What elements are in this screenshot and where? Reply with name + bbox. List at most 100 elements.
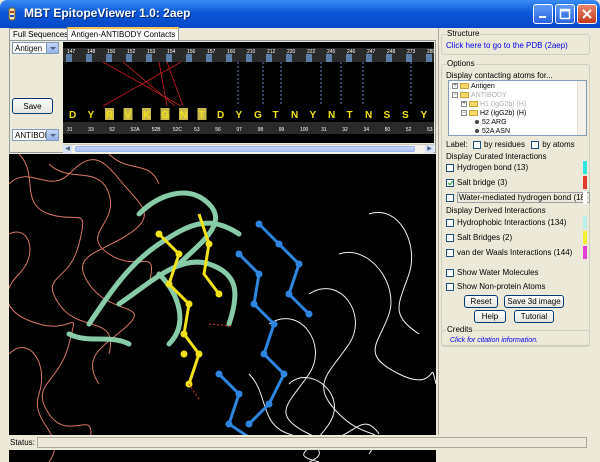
antibody-residue-label[interactable]: G	[162, 110, 170, 121]
antigen-residue-block[interactable]	[66, 54, 72, 62]
tree-node-h2[interactable]: − H2 (IgG2b) (H)	[461, 109, 526, 118]
antigen-residue-block[interactable]	[166, 54, 172, 62]
collapse-icon[interactable]: −	[461, 110, 467, 117]
antibody-residue-label[interactable]: G	[254, 110, 262, 121]
antibody-residue-label[interactable]: N	[328, 110, 335, 121]
tree-node-h1[interactable]: + H1 (IgG2b) (H)	[461, 100, 526, 109]
antigen-residue-block[interactable]	[286, 54, 292, 62]
scroll-left-icon[interactable]: ◀	[63, 145, 72, 153]
antibody-residue-label[interactable]: Y	[88, 110, 95, 121]
antigen-residue-block[interactable]	[126, 54, 132, 62]
derived-salt-bridges-option[interactable]: Salt Bridges (2)	[446, 233, 512, 242]
tab-full-sequences[interactable]: Full Sequences	[9, 28, 73, 40]
pdb-link[interactable]: Click here to go to the PDB (2aep)	[446, 41, 568, 50]
show-nonprotein-checkbox[interactable]	[446, 282, 454, 291]
sequence-horizontal-scrollbar[interactable]: ◀ ▶	[63, 144, 434, 153]
antigen-residue-block[interactable]	[266, 54, 272, 62]
residue-tree[interactable]: + Antigen − ANTIBODY + H1 (IgG2b) (H) − H2 (…	[448, 80, 587, 136]
antigen-residue-block[interactable]	[226, 54, 232, 62]
antigen-residue-block[interactable]	[306, 54, 312, 62]
tutorial-button[interactable]: Tutorial	[514, 310, 554, 323]
antigen-residue-block[interactable]	[86, 54, 92, 62]
chevron-down-icon[interactable]	[46, 43, 58, 53]
hydrogen-bond-option[interactable]: Hydrogen bond (13)	[446, 163, 528, 172]
3d-structure-viewer[interactable]	[9, 154, 436, 462]
hydrophobic-option[interactable]: Hydrophobic Interactions (134)	[446, 218, 566, 227]
tree-vertical-scrollbar[interactable]	[577, 81, 586, 135]
save-button[interactable]: Save	[12, 98, 53, 114]
scroll-right-icon[interactable]: ▶	[425, 145, 434, 153]
minimize-button[interactable]	[533, 4, 553, 24]
antibody-residue-label[interactable]: N	[180, 110, 187, 121]
antibody-residue-label[interactable]: T	[199, 110, 205, 121]
show-nonprotein-option[interactable]: Show Non-protein Atoms	[446, 282, 546, 291]
citation-link[interactable]: Click for citation information.	[450, 337, 538, 344]
antibody-residue-label[interactable]: D	[217, 110, 224, 121]
maximize-button[interactable]	[555, 4, 575, 24]
show-water-option[interactable]: Show Water Molecules	[446, 268, 539, 277]
antigen-residue-block[interactable]	[366, 54, 372, 62]
antibody-residue-label[interactable]: Y	[236, 110, 243, 121]
antibody-residue-label[interactable]: N	[365, 110, 372, 121]
expand-icon[interactable]: +	[452, 83, 458, 90]
hydrophobic-checkbox[interactable]	[446, 218, 454, 227]
antigen-residue-block[interactable]	[346, 54, 352, 62]
antibody-residue-label[interactable]: R	[106, 110, 114, 121]
antigen-residue-block[interactable]	[386, 54, 392, 62]
tab-antigen-antibody-contacts[interactable]: Antigen-ANTIBODY Contacts	[67, 27, 180, 40]
label-by-atoms-checkbox[interactable]	[531, 140, 540, 149]
tree-node-52a-asn[interactable]: 52A ASN	[473, 127, 510, 135]
antigen-residue-block[interactable]	[146, 54, 152, 62]
antigen-residue-block[interactable]	[106, 54, 112, 62]
label-by-residues-checkbox[interactable]	[473, 140, 482, 149]
contact-sequence-view[interactable]: 147 148 150 152 153 154 156 157 160 210 212 220 222 2…	[63, 42, 434, 143]
save-3d-image-button[interactable]: Save 3d image	[504, 295, 564, 308]
show-water-checkbox[interactable]	[446, 268, 454, 277]
collapse-icon[interactable]: −	[452, 92, 458, 99]
antibody-residue-label[interactable]: Y	[310, 110, 317, 121]
antigen-residue-block[interactable]	[186, 54, 192, 62]
expand-icon[interactable]: +	[461, 101, 467, 108]
antibody-residue-label[interactable]: S	[384, 110, 391, 121]
structure-group: Structure Click here to go to the PDB (2…	[441, 29, 590, 55]
antibody-residue-label[interactable]: T	[347, 110, 353, 121]
antigen-number-label: 160	[227, 49, 236, 55]
antibody-residue-label[interactable]: V	[125, 110, 132, 121]
contact-dashes	[237, 62, 412, 106]
close-button[interactable]	[577, 4, 597, 24]
antigen-residue-block[interactable]	[406, 54, 412, 62]
antigen-select[interactable]: Antigen	[12, 42, 59, 54]
help-button[interactable]: Help	[474, 310, 506, 323]
antibody-residue-label[interactable]: T	[273, 110, 279, 121]
antigen-residue-block[interactable]	[426, 54, 432, 62]
water-hbond-option[interactable]: Water-mediated hydrogen bond (18)	[446, 192, 590, 203]
antigen-residue-block[interactable]	[206, 54, 212, 62]
vdw-option[interactable]: van der Waals Interactions (144)	[446, 248, 572, 257]
antibody-residue-label[interactable]: S	[402, 110, 409, 121]
antibody-residue-label[interactable]: D	[69, 110, 76, 121]
tree-node-52-arg[interactable]: 52 ARG	[473, 118, 507, 127]
salt-bridge-option[interactable]: Salt bridge (3)	[446, 178, 507, 187]
title-bar[interactable]: MBT EpitopeViewer 1.0: 2aep	[0, 0, 600, 28]
antibody-residue-label[interactable]: N	[291, 110, 298, 121]
antigen-select-value: Antigen	[15, 44, 43, 53]
antibody-residue-label[interactable]: K	[143, 110, 151, 121]
scroll-thumb[interactable]	[75, 146, 415, 152]
chevron-down-icon[interactable]	[46, 130, 58, 140]
water-hbond-checkbox[interactable]	[446, 193, 454, 202]
antigen-number-label: 154	[167, 49, 176, 55]
antibody-residue-label[interactable]: Y	[421, 110, 428, 121]
tree-node-antigen[interactable]: + Antigen	[452, 82, 495, 91]
derived-salt-bridges-checkbox[interactable]	[446, 233, 454, 242]
vdw-checkbox[interactable]	[446, 248, 454, 257]
options-group: Options Display contacting atoms for... …	[441, 59, 590, 347]
antigen-residue-block[interactable]	[246, 54, 252, 62]
structure-header: Structure	[446, 29, 481, 38]
reset-button[interactable]: Reset	[464, 295, 498, 308]
antibody-select[interactable]: ANTIBODY	[12, 129, 59, 141]
hydrogen-bond-checkbox[interactable]	[446, 163, 454, 172]
tree-node-antibody[interactable]: − ANTIBODY	[452, 91, 507, 100]
status-label: Status:	[10, 438, 35, 447]
antigen-residue-block[interactable]	[326, 54, 332, 62]
salt-bridge-checkbox[interactable]	[446, 178, 454, 187]
